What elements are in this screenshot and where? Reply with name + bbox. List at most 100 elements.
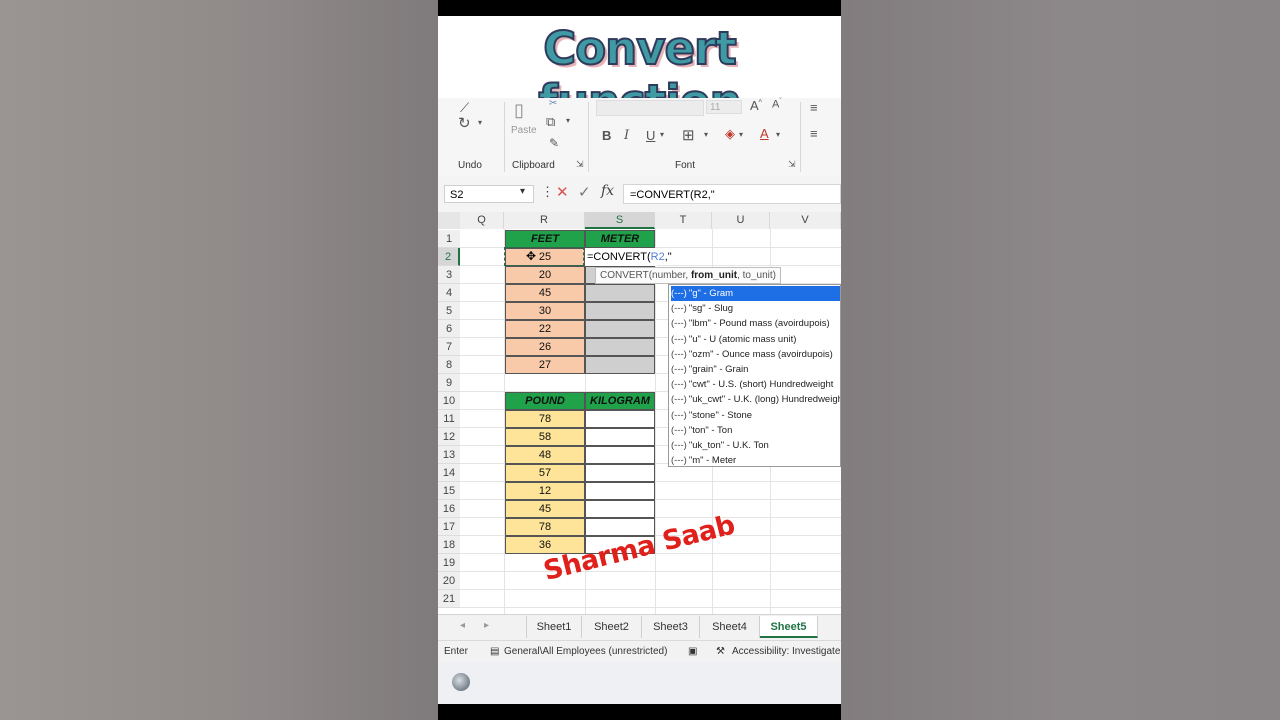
font-color-icon[interactable]: A (760, 126, 769, 141)
feet-cell[interactable]: 20 (505, 266, 585, 284)
dropdown-item[interactable]: (---) "cwt" - U.S. (short) Hundredweight (671, 377, 840, 392)
chevron-down-icon[interactable]: ▾ (704, 130, 708, 139)
row-header[interactable]: 5 (438, 302, 460, 320)
meter-cell[interactable] (585, 284, 655, 302)
enter-icon[interactable]: ✓ (578, 183, 591, 201)
row-header[interactable]: 20 (438, 572, 460, 590)
font-size-input[interactable]: 11 (706, 100, 742, 114)
meter-cell[interactable] (585, 356, 655, 374)
cut-icon[interactable]: ✂ (549, 98, 557, 109)
paste-label[interactable]: Paste (511, 125, 537, 136)
row-header[interactable]: 16 (438, 500, 460, 518)
row-header[interactable]: 17 (438, 518, 460, 536)
dropdown-item[interactable]: (---) "ton" - Ton (671, 423, 840, 438)
row-header[interactable]: 11 (438, 410, 460, 428)
tab-sheet4[interactable]: Sheet4 (700, 616, 760, 638)
chevron-down-icon[interactable]: ▾ (520, 186, 525, 197)
dropdown-item[interactable]: (---) "stone" - Stone (671, 408, 840, 423)
dialog-launcher-icon[interactable]: ⇲ (788, 159, 796, 170)
pound-cell[interactable]: 78 (505, 410, 585, 428)
tab-sheet2[interactable]: Sheet2 (582, 616, 642, 638)
pound-header[interactable]: POUND (505, 392, 585, 410)
meter-cell[interactable] (585, 338, 655, 356)
row-header[interactable]: 14 (438, 464, 460, 482)
dropdown-item[interactable]: (---) "sg" - Slug (671, 301, 840, 316)
tab-sheet3[interactable]: Sheet3 (642, 616, 700, 638)
column-header-q[interactable]: Q (460, 212, 504, 229)
column-header-r[interactable]: R (504, 212, 585, 229)
bold-button[interactable]: B (602, 128, 611, 143)
chevron-down-icon[interactable]: ▾ (776, 130, 780, 139)
row-header[interactable]: 3 (438, 266, 460, 284)
dropdown-item[interactable]: (---) "grain" - Grain (671, 362, 840, 377)
row-header[interactable]: 12 (438, 428, 460, 446)
tab-scroll-left-icon[interactable]: ◂ (460, 620, 465, 631)
decrease-font-icon[interactable]: Aˇ (772, 98, 782, 111)
feet-cell[interactable]: 26 (505, 338, 585, 356)
kilogram-cell[interactable] (585, 428, 655, 446)
pound-cell[interactable]: 48 (505, 446, 585, 464)
format-painter-icon[interactable]: ✎ (549, 136, 559, 150)
dropdown-item[interactable]: (---) "ozm" - Ounce mass (avoirdupois) (671, 347, 840, 362)
row-header[interactable]: 8 (438, 356, 460, 374)
pound-cell[interactable]: 58 (505, 428, 585, 446)
chevron-down-icon[interactable]: ▾ (739, 130, 743, 139)
row-header[interactable]: 7 (438, 338, 460, 356)
row-header[interactable]: 9 (438, 374, 460, 392)
feet-cell[interactable]: 45 (505, 284, 585, 302)
select-all-corner[interactable] (438, 212, 460, 229)
feet-header[interactable]: FEET (505, 230, 585, 248)
accessibility-status[interactable]: Accessibility: Investigate (732, 641, 840, 663)
pound-cell[interactable]: 12 (505, 482, 585, 500)
chevron-down-icon[interactable]: ▾ (478, 118, 482, 127)
tab-sheet5[interactable]: Sheet5 (760, 616, 818, 638)
copy-icon[interactable]: ⧉ (546, 114, 555, 130)
kilogram-header[interactable]: KILOGRAM (585, 392, 655, 410)
meter-cell[interactable] (585, 320, 655, 338)
row-header[interactable]: 19 (438, 554, 460, 572)
autocomplete-dropdown[interactable]: (---) "g" - Gram (---) "sg" - Slug (---) "lbm… (668, 284, 841, 467)
search-icon[interactable] (452, 673, 470, 691)
row-header[interactable]: 2 (438, 248, 460, 266)
row-header[interactable]: 18 (438, 536, 460, 554)
borders-icon[interactable]: ⊞ (682, 126, 695, 144)
insert-function-icon[interactable]: fx (601, 183, 614, 199)
meter-header[interactable]: METER (585, 230, 655, 248)
pound-cell[interactable]: 57 (505, 464, 585, 482)
row-header[interactable]: 6 (438, 320, 460, 338)
paste-icon[interactable]: ▯ (514, 100, 524, 121)
kilogram-cell[interactable] (585, 482, 655, 500)
dropdown-item[interactable]: (---) "lbm" - Pound mass (avoirdupois) (671, 316, 840, 331)
row-header[interactable]: 1 (438, 230, 460, 248)
tab-sheet1[interactable]: Sheet1 (526, 616, 582, 638)
column-header-s[interactable]: S (585, 212, 655, 229)
row-header[interactable]: 15 (438, 482, 460, 500)
feet-cell[interactable]: 27 (505, 356, 585, 374)
chevron-down-icon[interactable]: ▾ (660, 130, 664, 139)
kilogram-cell[interactable] (585, 410, 655, 428)
kilogram-cell[interactable] (585, 446, 655, 464)
formula-input[interactable]: =CONVERT(R2," (623, 184, 841, 204)
feet-cell[interactable]: 30 (505, 302, 585, 320)
dropdown-item[interactable]: (---) "u" - U (atomic mass unit) (671, 332, 840, 347)
dropdown-item[interactable]: (---) "uk_cwt" - U.K. (long) Hundredweigh… (671, 392, 840, 407)
underline-button[interactable]: U (646, 128, 655, 143)
align-left-icon[interactable]: ≡ (810, 126, 818, 141)
active-cell-s2[interactable]: =CONVERT(R2," (585, 248, 672, 266)
kilogram-cell[interactable] (585, 464, 655, 482)
dialog-launcher-icon[interactable]: ⇲ (576, 159, 584, 170)
dropdown-item[interactable]: (---) "m" - Meter (671, 453, 840, 468)
cancel-icon[interactable]: ✕ (556, 183, 569, 201)
redo-icon[interactable]: ↻ (458, 114, 471, 132)
chevron-down-icon[interactable]: ▾ (566, 116, 570, 125)
italic-button[interactable]: I (624, 128, 629, 143)
pound-cell[interactable]: 78 (505, 518, 585, 536)
column-header-v[interactable]: V (770, 212, 841, 229)
pound-cell[interactable]: 45 (505, 500, 585, 518)
row-header[interactable]: 4 (438, 284, 460, 302)
kilogram-cell[interactable] (585, 500, 655, 518)
increase-font-icon[interactable]: A^ (750, 98, 762, 113)
tab-scroll-right-icon[interactable]: ▸ (484, 620, 489, 631)
row-header[interactable]: 21 (438, 590, 460, 608)
dropdown-item[interactable]: (---) "uk_ton" - U.K. Ton (671, 438, 840, 453)
